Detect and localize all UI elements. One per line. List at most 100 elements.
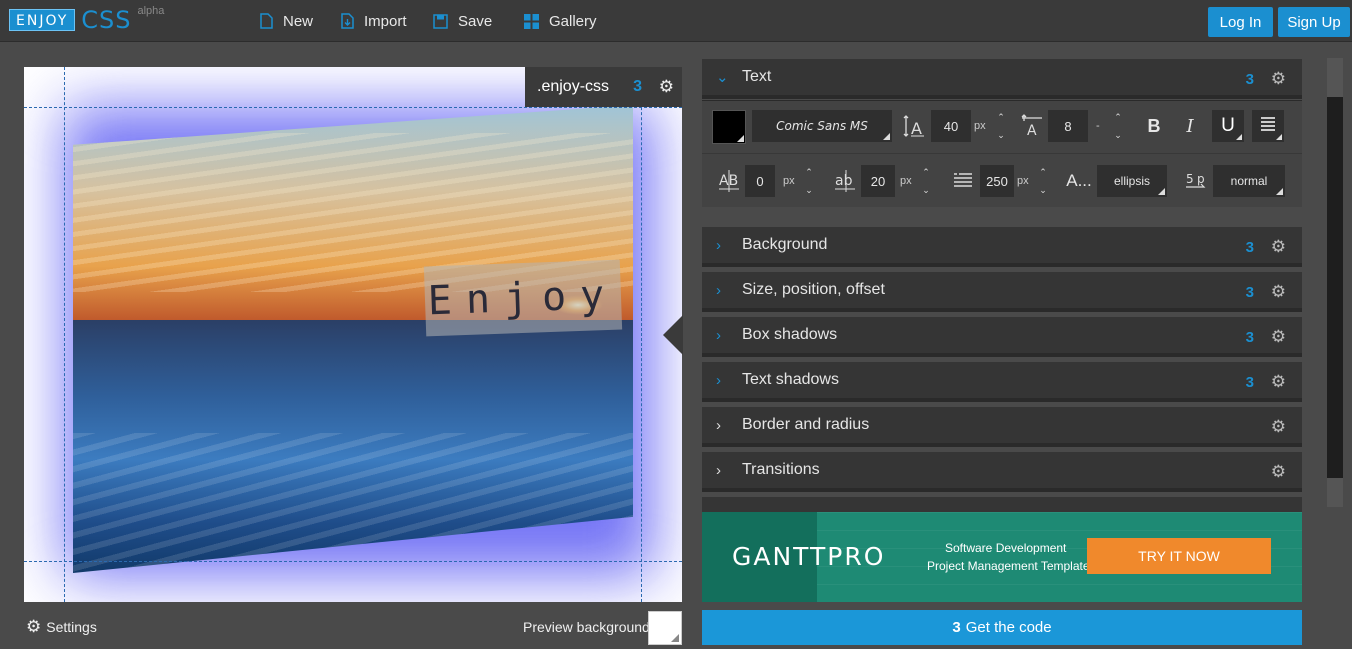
get-code-label: Get the code [965,619,1052,636]
get-code-button[interactable]: 3 Get the code [702,610,1302,645]
chevron-right-icon: › [716,416,721,434]
save-button[interactable]: Save [433,0,492,42]
font-size-icon: A [902,110,926,142]
font-family-select[interactable]: Comic Sans MS [752,110,892,142]
section-box-shadows-header[interactable]: › Box shadows 3 ⚙ [702,317,1302,357]
gear-icon[interactable]: ⚙ [1271,237,1286,257]
gallery-label: Gallery [549,12,597,30]
css3-icon[interactable]: 3 [1246,284,1254,301]
section-background-header[interactable]: › Background 3 ⚙ [702,227,1302,267]
new-label: New [283,12,314,30]
scrollbar-thumb[interactable] [1327,97,1343,478]
section-label: Box shadows [742,326,838,343]
guide-line-top [24,107,682,108]
section-label: Transitions [742,461,820,478]
word-spacing-input[interactable]: 20 [861,165,895,197]
preview-background-swatch[interactable] [648,611,682,645]
section-label: Text [742,68,772,85]
section-text-header[interactable]: ⌄ Text 3 ⚙ [702,59,1302,99]
signup-button[interactable]: Sign Up [1278,7,1350,37]
gear-icon[interactable]: ⚙ [659,77,674,97]
line-height-stepper[interactable]: ⌃ ⌄ [1111,110,1125,142]
svg-text:A: A [1027,123,1037,138]
chevron-right-icon: › [716,236,721,254]
gear-icon[interactable]: ⚙ [1271,372,1286,392]
gear-icon[interactable]: ⚙ [1271,69,1286,89]
line-height-icon: A [1020,110,1044,142]
section-text-shadows-header[interactable]: › Text shadows 3 ⚙ [702,362,1302,402]
settings-button[interactable]: ⚙ Settings [26,617,97,637]
css3-icon: 3 [952,619,961,636]
bold-button[interactable]: B [1138,110,1170,142]
letter-spacing-input[interactable]: 0 [745,165,775,197]
letter-spacing-unit[interactable]: px [783,165,795,197]
css3-icon[interactable]: 3 [1246,374,1254,391]
css3-icon[interactable]: 3 [1246,239,1254,256]
section-label: Background [742,236,828,253]
text-align-select[interactable] [1252,110,1284,142]
preview-sample-text: Enjoy [423,259,623,337]
css3-icon[interactable]: 3 [1246,329,1254,346]
letter-spacing-icon: AB [717,165,741,197]
app-logo[interactable]: ENJOY CSS alpha [9,5,164,32]
text-indent-input[interactable]: 250 [980,165,1014,197]
section-border-header[interactable]: › Border and radius ⚙ [702,407,1302,447]
css3-icon[interactable]: 3 [1246,71,1254,88]
word-spacing-unit[interactable]: px [900,165,912,197]
section-size-header[interactable]: › Size, position, offset 3 ⚙ [702,272,1302,312]
chevron-right-icon: › [716,371,721,389]
section-transitions-header[interactable]: › Transitions ⚙ [702,452,1302,492]
font-size-unit[interactable]: px [974,110,986,142]
letter-spacing-stepper[interactable]: ⌃ ⌄ [802,165,816,197]
ad-cta-button[interactable]: TRY IT NOW [1087,538,1271,574]
word-spacing-stepper[interactable]: ⌃ ⌄ [919,165,933,197]
advertisement-banner[interactable]: GANTTPRO Software Development Project Ma… [702,512,1302,602]
logo-alpha: alpha [137,5,165,17]
ad-logo: GANTTPRO [732,542,886,571]
text-overflow-select[interactable]: ellipsis [1097,165,1167,197]
gallery-grid-icon [524,13,539,29]
section-label: Border and radius [742,416,870,433]
align-justify-icon [1260,115,1276,137]
gear-icon[interactable]: ⚙ [1271,462,1286,482]
text-indent-unit[interactable]: px [1017,165,1029,197]
underline-select[interactable]: U [1212,110,1244,142]
text-color-swatch[interactable] [712,110,746,144]
font-size-stepper[interactable]: ⌃ ⌄ [994,110,1008,142]
text-indent-stepper[interactable]: ⌃ ⌄ [1036,165,1050,197]
login-button[interactable]: Log In [1208,7,1273,37]
section-label: Text shadows [742,371,839,388]
svg-text:p: p [1197,172,1205,186]
white-space-icon: 5p [1184,165,1208,197]
line-height-input[interactable]: 8 [1048,110,1088,142]
guide-line-left [64,67,65,602]
preview-background-label: Preview background [523,619,650,635]
italic-button[interactable]: I [1174,110,1206,142]
settings-label: Settings [46,619,97,635]
top-bar: ENJOY CSS alpha New Import Save Gallery … [0,0,1352,42]
gallery-button[interactable]: Gallery [524,0,597,42]
logo-enjoy: ENJOY [9,9,76,31]
preview-canvas[interactable]: Enjoy .enjoy-css 3 ⚙ [24,67,682,602]
gear-icon[interactable]: ⚙ [1271,282,1286,302]
preview-element[interactable]: Enjoy [73,105,633,573]
section-label: Size, position, offset [742,281,885,298]
ad-tagline-2: Project Management Template [927,559,1090,573]
chevron-right-icon: › [716,281,721,299]
gear-icon[interactable]: ⚙ [1271,417,1286,437]
white-space-select[interactable]: normal [1213,165,1285,197]
selector-tag[interactable]: .enjoy-css 3 ⚙ [525,67,682,107]
line-height-unit[interactable]: - [1096,110,1100,142]
new-button[interactable]: New [260,0,313,42]
gear-icon[interactable]: ⚙ [1271,327,1286,347]
text-overflow-icon: A... [1066,171,1092,190]
css3-icon[interactable]: 3 [633,78,642,96]
font-size-input[interactable]: 40 [931,110,971,142]
next-section-stub [702,497,1302,512]
import-button[interactable]: Import [341,0,407,42]
selector-name: .enjoy-css [537,78,610,95]
new-file-icon [260,13,273,29]
chevron-down-icon: ⌄ [716,69,729,86]
row-divider [702,153,1302,154]
guide-line-right [641,67,642,602]
